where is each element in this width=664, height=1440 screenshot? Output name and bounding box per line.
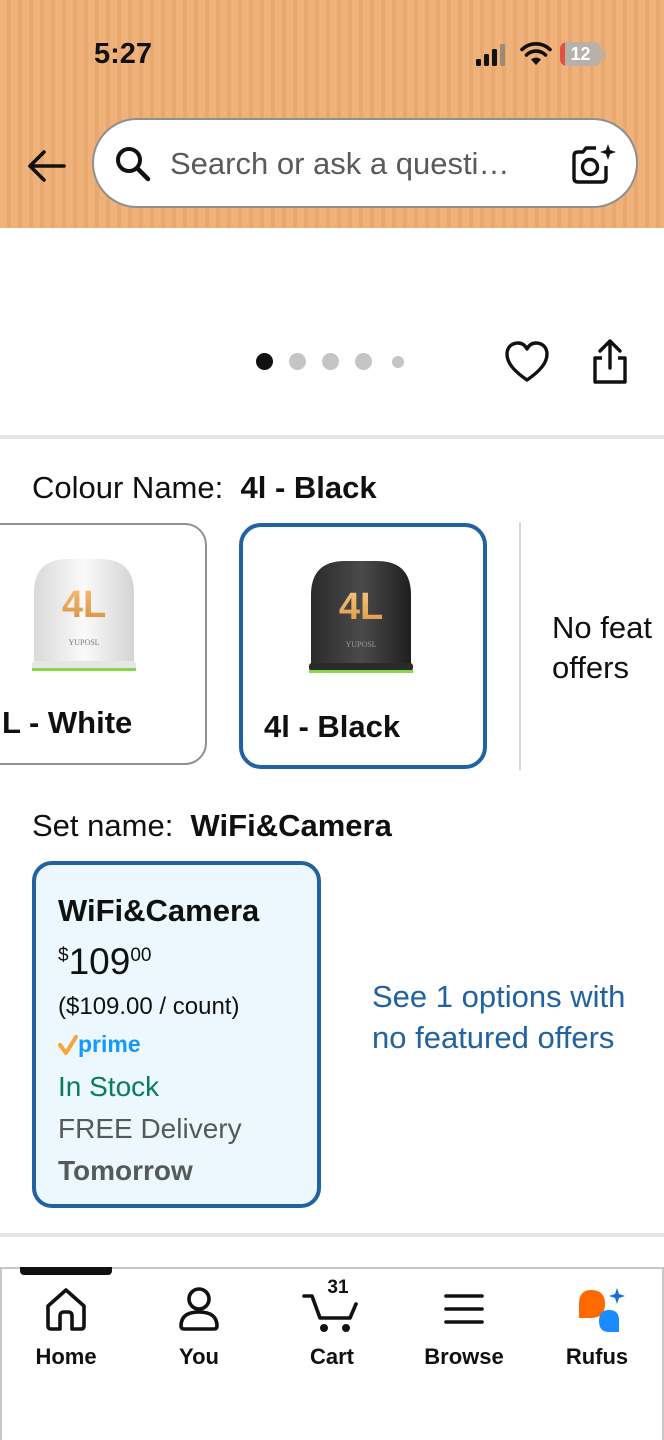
- colour-swatch-black[interactable]: 4L YUPOSL 4l - Black: [239, 523, 487, 769]
- wifi-icon: [520, 42, 552, 65]
- cart-icon: [302, 1294, 358, 1332]
- product-gallery[interactable]: [0, 228, 664, 438]
- gallery-dot[interactable]: [392, 355, 404, 368]
- status-time: 5:27: [94, 38, 153, 70]
- camera-search-icon[interactable]: [570, 142, 616, 188]
- colour-swatch-white-label: L - White: [2, 705, 133, 740]
- unit-price: ($109.00 / count): [58, 993, 240, 1020]
- svg-text:4L: 4L: [339, 586, 383, 628]
- svg-text:YUPOSL: YUPOSL: [68, 638, 99, 647]
- see-options-link[interactable]: See 1 options with no featured offers: [372, 976, 632, 1058]
- swatch-separator: [519, 522, 521, 770]
- nav-rufus[interactable]: Rufus: [537, 1282, 657, 1372]
- menu-icon: [444, 1294, 484, 1324]
- stock-status: In Stock: [58, 1071, 160, 1102]
- back-button[interactable]: [22, 142, 70, 190]
- search-icon: [116, 147, 151, 182]
- nav-rufus-label: Rufus: [565, 1344, 629, 1369]
- search-bar[interactable]: [92, 118, 638, 208]
- price: $10900: [58, 941, 151, 983]
- gallery-dot[interactable]: [322, 353, 339, 370]
- svg-text:YUPOSL: YUPOSL: [345, 640, 376, 649]
- nav-cart-label: Cart: [309, 1344, 354, 1369]
- share-icon[interactable]: [588, 338, 632, 386]
- set-name-label: Set name: WiFi&Camera: [32, 808, 392, 843]
- price-fraction: 00: [130, 945, 152, 966]
- router-black-image: 4L YUPOSL: [309, 561, 413, 673]
- colour-name-label: Colour Name: 4l - Black: [32, 470, 377, 505]
- gallery-dot[interactable]: [355, 353, 372, 370]
- cellular-signal-icon: [476, 44, 505, 66]
- set-option-card[interactable]: WiFi&Camera $10900 ($109.00 / count) pri…: [32, 861, 321, 1208]
- selected-set-name: WiFi&Camera: [190, 808, 392, 843]
- svg-text:prime: prime: [78, 1031, 141, 1057]
- delivery-day: Tomorrow: [58, 1155, 193, 1186]
- active-tab-indicator: [20, 1267, 112, 1275]
- delivery-text: FREE Delivery: [58, 1113, 242, 1144]
- nav-home[interactable]: Home: [6, 1282, 126, 1372]
- price-symbol: $: [58, 945, 69, 966]
- svg-text:4L: 4L: [62, 584, 106, 626]
- nav-browse-label: Browse: [424, 1344, 504, 1369]
- rufus-icon: [579, 1288, 625, 1332]
- nav-browse[interactable]: Browse: [404, 1282, 524, 1372]
- price-whole: 109: [68, 941, 131, 982]
- nav-home-label: Home: [35, 1344, 97, 1369]
- person-icon: [179, 1287, 219, 1331]
- section-divider: [0, 435, 664, 439]
- search-input[interactable]: [170, 144, 540, 184]
- colour-swatch-white[interactable]: 4L YUPOSL L - White: [0, 523, 207, 765]
- battery-indicator: 12: [560, 42, 606, 66]
- no-featured-offers-text[interactable]: No feat offers: [552, 608, 664, 688]
- nav-you[interactable]: You: [139, 1282, 259, 1372]
- section-divider: [0, 1233, 664, 1237]
- colour-swatch-black-label: 4l - Black: [264, 709, 401, 744]
- status-bar: 5:27 12: [0, 0, 664, 100]
- nav-cart[interactable]: 31 Cart: [272, 1277, 392, 1372]
- battery-level: 12: [570, 44, 591, 64]
- wishlist-heart-icon[interactable]: [504, 340, 550, 384]
- app-header: 5:27 12: [0, 0, 664, 228]
- prime-badge-icon: prime: [58, 1031, 141, 1057]
- router-white-image: 4L YUPOSL: [32, 559, 136, 671]
- gallery-dot[interactable]: [289, 353, 306, 370]
- home-icon: [46, 1288, 86, 1331]
- set-option-title: WiFi&Camera: [58, 893, 260, 928]
- nav-you-label: You: [179, 1344, 219, 1369]
- gallery-dot[interactable]: [256, 353, 273, 370]
- selected-colour-name: 4l - Black: [240, 470, 377, 505]
